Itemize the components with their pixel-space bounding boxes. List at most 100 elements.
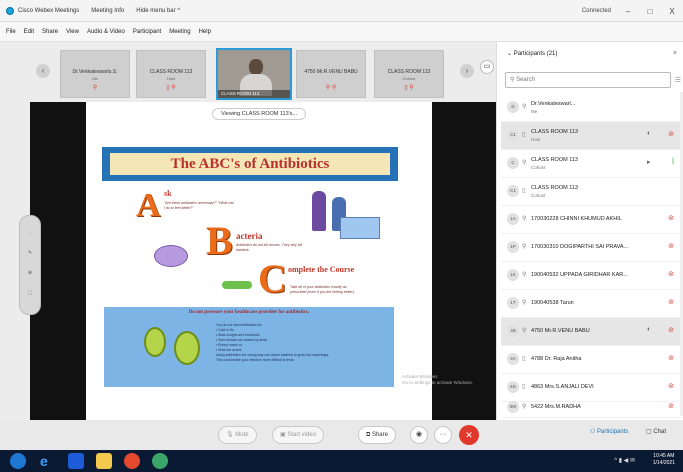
mic-muted-icon: ⚲ xyxy=(92,85,98,91)
active-speaker-tile[interactable]: CLASS ROOM 113 xyxy=(216,48,292,100)
participant-row[interactable]: 4A ▯ 4788 Dr. Raja Anitha ⊘ xyxy=(501,346,682,374)
system-tray[interactable]: ^ ▮ ◀ ✉ xyxy=(614,457,635,464)
mic-muted-icon[interactable]: ⊘ xyxy=(668,402,674,410)
participant-role: Cohost xyxy=(531,193,546,198)
device-icon: ⚲ xyxy=(522,160,527,166)
menu-meeting[interactable]: Meeting xyxy=(169,29,190,35)
participants-toggle-button[interactable]: ⚇ Participants xyxy=(590,428,628,435)
doctor-figure-icon xyxy=(312,191,326,231)
meeting-info-button[interactable]: Meeting Info xyxy=(91,8,124,14)
hide-menu-bar-button[interactable]: Hide menu bar ^ xyxy=(136,8,180,14)
connection-status[interactable]: Connected xyxy=(582,8,611,14)
mic-muted-icon[interactable]: ⊘ xyxy=(668,130,674,138)
taskbar-clock[interactable]: 10:45 AM 1/14/2021 xyxy=(653,453,675,467)
desk-icon xyxy=(340,217,380,239)
participant-name: 4750 Mr.R.VENU BABU xyxy=(531,328,590,334)
participant-row[interactable]: 1P ⚲ 170030310 DOGIPARTHI SAI PRAVA... ⊘ xyxy=(501,234,682,262)
mic-muted-icon[interactable]: ⊘ xyxy=(668,326,674,334)
mic-muted-icon[interactable]: ⊘ xyxy=(668,270,674,278)
mute-button[interactable]: 🎙︎ Mute xyxy=(218,426,257,444)
video-tile[interactable]: CLASS ROOM 113 Host ▯ ⚲ xyxy=(136,50,206,98)
tile-role: Cohost xyxy=(402,76,416,81)
participant-row[interactable]: C1 ▯ CLASS ROOM 113 Cohost xyxy=(501,178,682,206)
word-ask: sk xyxy=(164,189,172,198)
menu-view[interactable]: View xyxy=(66,29,79,35)
video-tile[interactable]: Dr.Venkateswarlu.S. Me ⚲ xyxy=(60,50,130,98)
participant-row[interactable]: 1T ⚲ 190040538 Tarun ⊘ xyxy=(501,290,682,318)
media-player-icon[interactable] xyxy=(124,453,140,469)
sort-icon[interactable]: ☰ xyxy=(675,76,681,84)
share-button[interactable]: ⧉ Share xyxy=(358,426,396,444)
menu-help[interactable]: Help xyxy=(199,29,211,35)
chat-toggle-button[interactable]: ▢ Chat xyxy=(646,428,666,435)
zoom-icon[interactable]: ⊕ xyxy=(20,270,40,276)
record-button[interactable]: ◉ xyxy=(410,426,428,444)
participant-name: CLASS ROOM 113 xyxy=(531,157,578,163)
store-icon[interactable] xyxy=(68,453,84,469)
toolbar-handle-icon[interactable]: ⋮ xyxy=(20,230,40,236)
participant-row[interactable]: 1K ⚲ 190040532 UPPADA GIRIDHAR KAR... ⊘ xyxy=(501,262,682,290)
file-explorer-icon[interactable] xyxy=(96,453,112,469)
video-tile[interactable]: 4750 Mr.R.VENU BABU ⚲ ⚲ xyxy=(296,50,366,98)
device-icon: ⚲ xyxy=(522,404,527,410)
restore-button[interactable]: □ xyxy=(645,7,655,16)
avatar: 1A xyxy=(507,213,519,225)
course-note: Take all of your antibiotics exactly as … xyxy=(290,285,355,294)
menu-audio-video[interactable]: Audio & Video xyxy=(87,29,125,35)
strip-layout-button[interactable]: ▭ xyxy=(480,60,494,74)
mic-muted-icon[interactable]: ⊘ xyxy=(668,214,674,222)
close-button[interactable]: X xyxy=(667,7,677,16)
start-icon[interactable] xyxy=(10,453,26,469)
pointer-icon[interactable]: ⬚ xyxy=(20,290,40,296)
advice-title: Do not pressure your healthcare provider… xyxy=(188,310,310,315)
windows-taskbar: e ^ ▮ ◀ ✉ 10:45 AM 1/14/2021 xyxy=(0,450,683,472)
participant-role: Cohost xyxy=(531,165,546,170)
menu-edit[interactable]: Edit xyxy=(24,29,34,35)
pen-icon[interactable]: ✎ xyxy=(20,250,40,256)
advice-text: You do not need antibiotics for: • Cold … xyxy=(216,323,330,362)
strip-next-button[interactable]: › xyxy=(460,64,474,78)
start-video-button[interactable]: ▣ Start video xyxy=(272,426,325,444)
video-tile[interactable]: CLASS ROOM 113 Cohost ▯ ⚲ xyxy=(374,50,444,98)
end-meeting-button[interactable]: ✕ xyxy=(459,425,479,445)
viewing-label[interactable]: Viewing CLASS ROOM 113's... xyxy=(211,108,307,120)
participant-row[interactable]: 5M ⚲ 5422 Mrs.M.RADHA ⊘ xyxy=(501,394,682,418)
mic-muted-icon[interactable]: ⊘ xyxy=(668,242,674,250)
record-icon: ◉ xyxy=(415,431,423,438)
participant-search-input[interactable]: ⚲ Search xyxy=(505,72,671,88)
participant-row[interactable]: C ⚲ CLASS ROOM 113 Cohost ▸ | xyxy=(501,150,682,178)
mic-on-icon[interactable]: | xyxy=(672,158,674,165)
annotation-toolbar[interactable]: ⋮ ✎ ⊕ ⬚ xyxy=(19,215,41,315)
participant-name: 4863 Mrs.S.ANJALI DEVI xyxy=(531,384,594,390)
participant-role: Host xyxy=(531,137,541,142)
participant-row[interactable]: 4B ⚲ 4750 Mr.R.VENU BABU ◐ ⊘ xyxy=(501,318,682,346)
letter-b: B xyxy=(206,218,233,263)
device-icon: ▯ xyxy=(522,132,526,138)
strip-prev-button[interactable]: ‹ xyxy=(36,64,50,78)
participant-name: 170030228 CHINNI KHUMUD AKHIL xyxy=(531,216,622,222)
more-options-button[interactable]: ··· xyxy=(434,426,452,444)
advice-panel: Do not pressure your healthcare provider… xyxy=(104,307,394,387)
webex-taskbar-icon[interactable] xyxy=(152,453,168,469)
participant-name: 4788 Dr. Raja Anitha xyxy=(531,356,582,362)
mic-muted-icon[interactable]: ⊘ xyxy=(668,354,674,362)
panel-close-button[interactable]: × xyxy=(673,42,677,66)
slide-title: The ABC's of Antibiotics xyxy=(170,156,330,172)
menu-file[interactable]: File xyxy=(6,29,16,35)
participants-icon: ⚇ xyxy=(590,429,598,435)
participant-row[interactable]: D ⚲ Dr.Venkateswarl... Me xyxy=(501,94,682,122)
mic-muted-icon[interactable]: ⊘ xyxy=(668,382,674,390)
menu-share[interactable]: Share xyxy=(42,29,58,35)
person-head xyxy=(249,59,263,75)
mic-muted-icon: ▯ ⚲ xyxy=(404,85,414,91)
minimize-button[interactable]: – xyxy=(623,7,633,16)
microphone-icon: 🎙︎ xyxy=(226,432,236,438)
collapse-chevron-icon[interactable]: ⌄ xyxy=(507,51,514,57)
participant-row[interactable]: 1A ⚲ 170030228 CHINNI KHUMUD AKHIL ⊘ xyxy=(501,206,682,234)
menu-participant[interactable]: Participant xyxy=(133,29,161,35)
mic-muted-icon[interactable]: ⊘ xyxy=(668,298,674,306)
edge-browser-icon[interactable]: e xyxy=(40,453,56,469)
participant-row[interactable]: C1 ▯ CLASS ROOM 113 Host ◐ ⊘ xyxy=(501,122,682,150)
avatar: C1 xyxy=(507,185,519,197)
mic-muted-icon: ⚲ ⚲ xyxy=(325,85,337,91)
